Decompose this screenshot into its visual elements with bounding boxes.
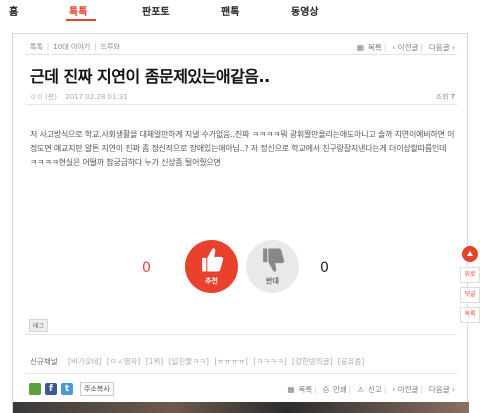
print-link[interactable]: 인쇄 <box>333 385 347 394</box>
report-icon[interactable]: ⚠ <box>357 385 364 394</box>
downvote-label: 반대 <box>266 277 279 285</box>
channel-link[interactable]: [ㅠㅠㅠㅠ] <box>214 357 247 366</box>
top-navigation: 홈 톡톡 판포토 팬톡 동영상 <box>0 0 480 22</box>
nav-talk[interactable]: 톡톡 <box>69 3 87 18</box>
next-link[interactable]: 다음글 › <box>429 385 455 394</box>
new-channels: 신규채널 [비가오네] [ㅁㅅ영자] [1위] [일진물ㅋㅋ] [ㅠㅠㅠㅠ] [… <box>30 356 367 367</box>
upvote-label: 추천 <box>205 277 218 285</box>
upvote-count: 0 <box>142 260 151 276</box>
twitter-share-icon[interactable]: t <box>61 383 73 395</box>
list-link[interactable]: 목록 <box>368 43 382 52</box>
channel-link[interactable]: [ㅁㅅ영자] <box>107 357 140 366</box>
breadcrumb-item[interactable]: 드루와 <box>101 43 120 51</box>
divider <box>25 373 457 374</box>
side-button-list[interactable]: 목록 <box>460 307 480 323</box>
print-icon[interactable]: ⎙ <box>323 385 329 394</box>
author: ㅇㅇ (판) <box>30 93 58 101</box>
arrow-up-icon <box>467 251 473 256</box>
post-card: 톡톡 | 10대 이야기 | 드루와 ▦ 목록 | ‹ 이전글 | 다음글 › 근데 진짜 지연이… <box>12 33 469 413</box>
channel-link[interactable]: [강한빙의글] <box>292 357 332 366</box>
facebook-share-icon[interactable]: f <box>45 383 57 395</box>
tag-label: 태그 <box>29 319 49 332</box>
thumbs-down-icon <box>263 248 285 272</box>
post-meta: ㅇㅇ (판) 2017.02.28 01:31 <box>30 92 128 102</box>
channel-link[interactable]: [1위] <box>146 357 164 366</box>
related-photo-strip[interactable] <box>13 402 469 413</box>
divider <box>25 334 457 335</box>
scroll-top-button[interactable] <box>462 246 478 262</box>
thumbs-up-icon <box>202 248 224 272</box>
divider <box>25 104 457 105</box>
nav-active-indicator <box>66 19 96 21</box>
prev-link[interactable]: ‹ 이전글 <box>392 385 418 394</box>
breadcrumb: 톡톡 | 10대 이야기 | 드루와 <box>30 43 120 51</box>
view-count: 조회 7 <box>435 93 455 101</box>
nav-fantalk[interactable]: 팬톡 <box>221 3 239 18</box>
list-link[interactable]: 목록 <box>299 385 313 394</box>
channel-link[interactable]: [비가오네] <box>68 357 101 366</box>
kakao-share-icon[interactable] <box>29 383 41 395</box>
bottom-navigation: ▦ 목록 | ⎙ 인쇄 | ⚠ 신고 | ‹ 이전글 | 다음글 › <box>287 385 455 394</box>
channel-link[interactable]: [공유좀] <box>338 357 365 366</box>
channel-link[interactable]: [일진물ㅋㅋ] <box>169 357 209 366</box>
side-button-top[interactable]: 위로 <box>460 267 480 283</box>
prev-link[interactable]: ‹ 이전글 <box>392 43 418 52</box>
nav-photo[interactable]: 판포토 <box>142 3 170 18</box>
post-title: 근데 진짜 지연이 좀문제있는애같음.. <box>30 67 270 86</box>
nav-video[interactable]: 동영상 <box>291 3 319 18</box>
list-icon[interactable]: ▦ <box>357 43 364 52</box>
copy-url-button[interactable]: 주소복사 <box>80 382 114 396</box>
channels-label: 신규채널 <box>30 357 58 366</box>
report-link[interactable]: 신고 <box>368 385 382 394</box>
next-link[interactable]: 다음글 › <box>429 43 455 52</box>
downvote-count: 0 <box>320 260 329 276</box>
divider <box>25 54 457 55</box>
upvote-button[interactable]: 추천 <box>185 240 238 293</box>
post-body: 저 사고방식으로 학교.사회생활을 대체얼만하게 지낼 수가없음..진짜 ㅋㅋㅋ… <box>30 130 455 167</box>
post-date: 2017.02.28 01:31 <box>65 93 128 101</box>
side-button-comments[interactable]: 댓글 <box>460 287 480 303</box>
breadcrumb-item[interactable]: 10대 이야기 <box>53 43 90 51</box>
nav-home[interactable]: 홈 <box>9 3 18 18</box>
breadcrumb-item[interactable]: 톡톡 <box>30 43 43 51</box>
post-navigation: ▦ 목록 | ‹ 이전글 | 다음글 › <box>356 43 455 52</box>
list-icon[interactable]: ▦ <box>287 385 294 394</box>
downvote-button[interactable]: 반대 <box>246 240 299 293</box>
channel-link[interactable]: [ㅋㅋㅋㅋ] <box>253 357 286 366</box>
